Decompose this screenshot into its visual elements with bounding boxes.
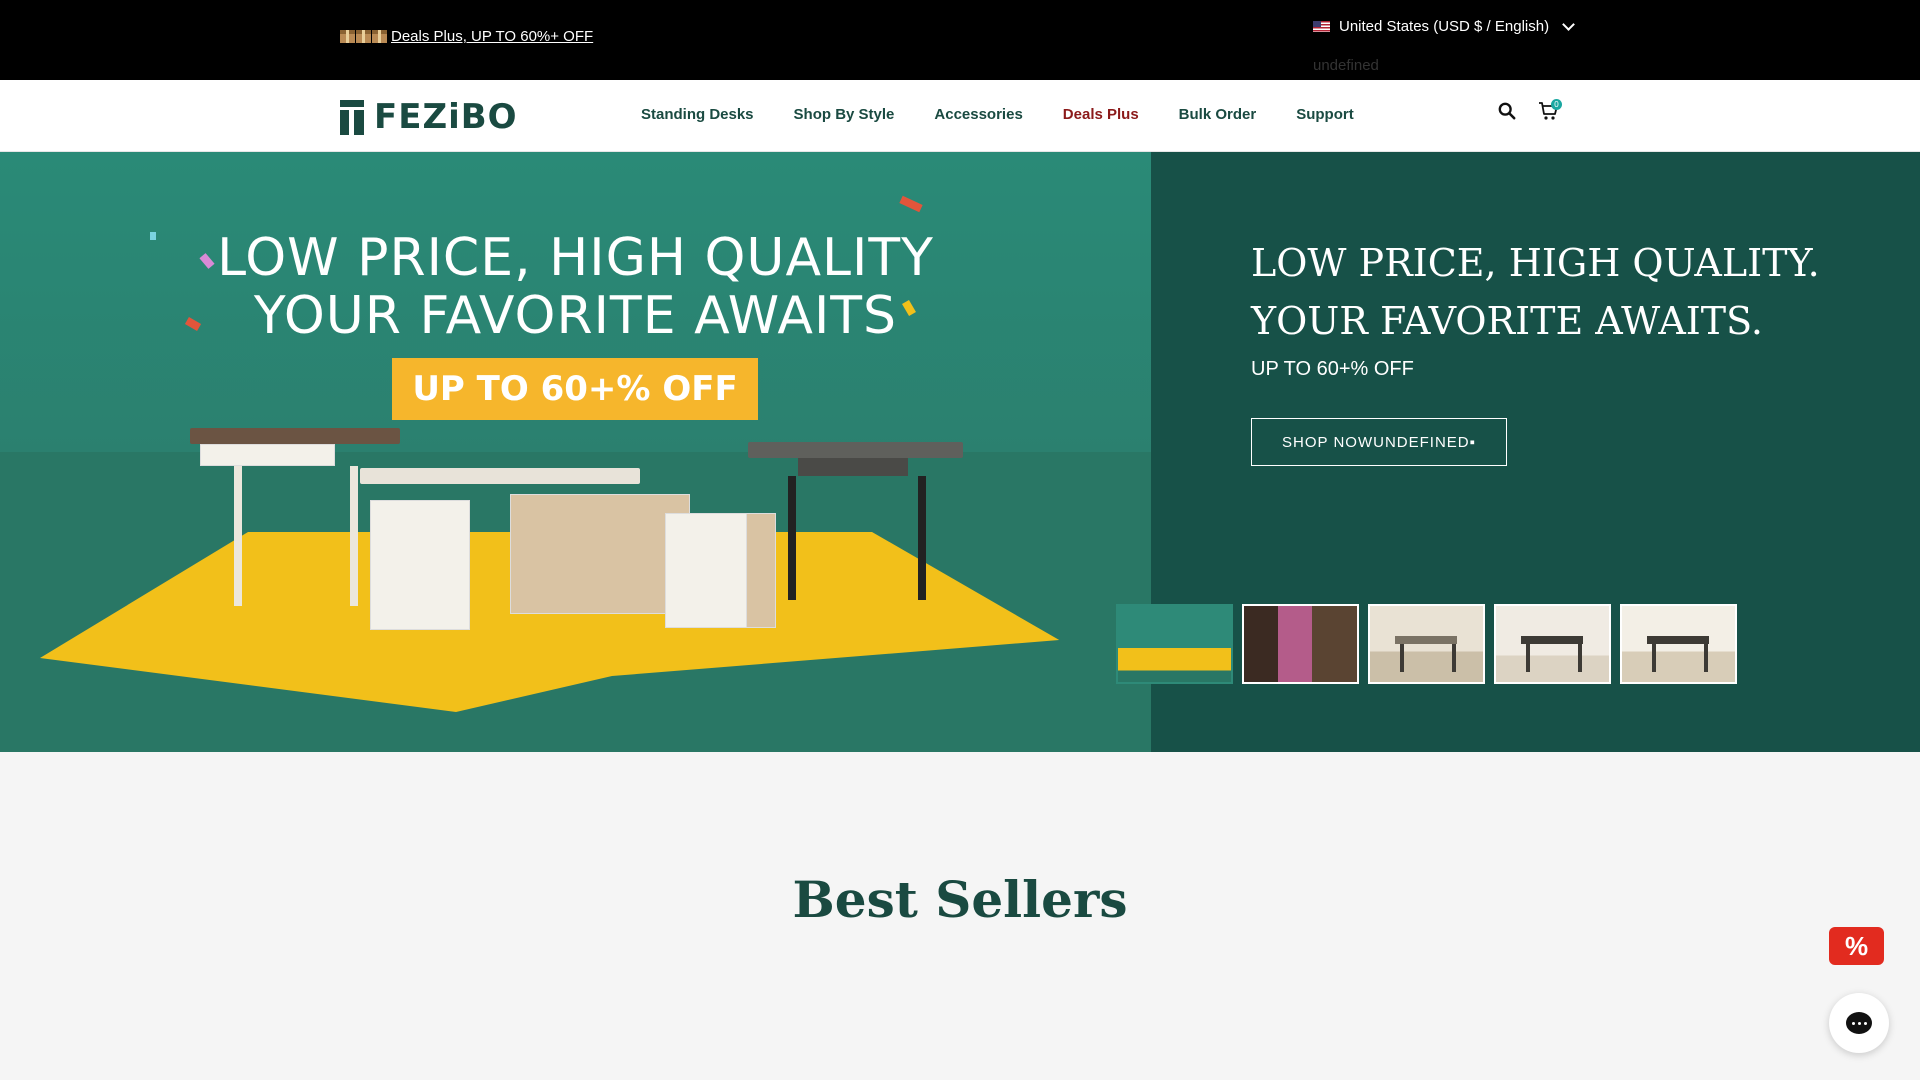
shop-now-button[interactable]: SHOP NOWUNDEFINED▪ [1251, 418, 1507, 466]
logo-mark-icon [340, 99, 364, 135]
cart-count-badge: 0 [1551, 99, 1562, 110]
us-flag-icon [1313, 21, 1330, 32]
hero-copy: LOW PRICE, HIGH QUALITY. YOUR FAVORITE A… [1251, 234, 1820, 381]
logo-text: FEZiBO [374, 97, 518, 137]
hero-thumbnails [1116, 604, 1737, 684]
desk-l-shaped [360, 468, 780, 668]
nav-bulk-order[interactable]: Bulk Order [1179, 106, 1257, 123]
hero-thumbnail-4[interactable] [1494, 604, 1611, 684]
main-nav: Standing Desks Shop By Style Accessories… [641, 106, 1354, 123]
deals-promo-link[interactable]: Deals Plus, UP TO 60%+ OFF [340, 28, 593, 45]
hero-banner: LOW PRICE, HIGH QUALITY YOUR FAVORITE AW… [0, 152, 1920, 752]
hero-thumbnail-2[interactable] [1242, 604, 1359, 684]
chat-icon [1846, 1012, 1872, 1034]
locale-label: United States (USD $ / English) [1339, 18, 1550, 35]
promo-text: Deals Plus, UP TO 60%+ OFF [391, 28, 594, 45]
hero-art-title-line1: LOW PRICE, HIGH QUALITY [217, 228, 934, 288]
nav-shop-by-style[interactable]: Shop By Style [794, 106, 895, 123]
desk-dark-grey [748, 442, 963, 602]
hero-subheading: UP TO 60+% OFF [1251, 358, 1414, 380]
best-sellers-heading: Best Sellers [792, 870, 1128, 929]
hero-thumbnail-3[interactable] [1368, 604, 1485, 684]
package-icon [340, 30, 387, 43]
hero-heading-line1: LOW PRICE, HIGH QUALITY. [1251, 241, 1820, 285]
hero-thumbnail-5[interactable] [1620, 604, 1737, 684]
discount-popup-button[interactable]: % [1829, 927, 1884, 965]
hero-image[interactable]: LOW PRICE, HIGH QUALITY YOUR FAVORITE AW… [0, 152, 1151, 752]
chevron-down-icon [1562, 17, 1575, 31]
logo[interactable]: FEZiBO [340, 97, 518, 137]
nav-support[interactable]: Support [1296, 106, 1354, 123]
locale-selector[interactable]: United States (USD $ / English) [1313, 17, 1575, 35]
nav-deals-plus[interactable]: Deals Plus [1063, 106, 1139, 123]
nav-accessories[interactable]: Accessories [934, 106, 1022, 123]
nav-standing-desks[interactable]: Standing Desks [641, 106, 754, 123]
hero-art-discount-badge: UP TO 60+% OFF [392, 358, 758, 420]
hero-heading-line2: YOUR FAVORITE AWAITS. [1251, 299, 1763, 343]
hero-art-title-line2: YOUR FAVORITE AWAITS [253, 286, 898, 346]
chat-button[interactable] [1829, 993, 1889, 1053]
hero-thumbnail-1[interactable] [1116, 604, 1233, 684]
search-icon[interactable] [1498, 102, 1516, 120]
announcement-bar: Deals Plus, UP TO 60%+ OFF United States… [0, 0, 1920, 80]
site-header: FEZiBO Standing Desks Shop By Style Acce… [0, 80, 1920, 152]
locale-undefined-text: undefined [1313, 57, 1379, 74]
